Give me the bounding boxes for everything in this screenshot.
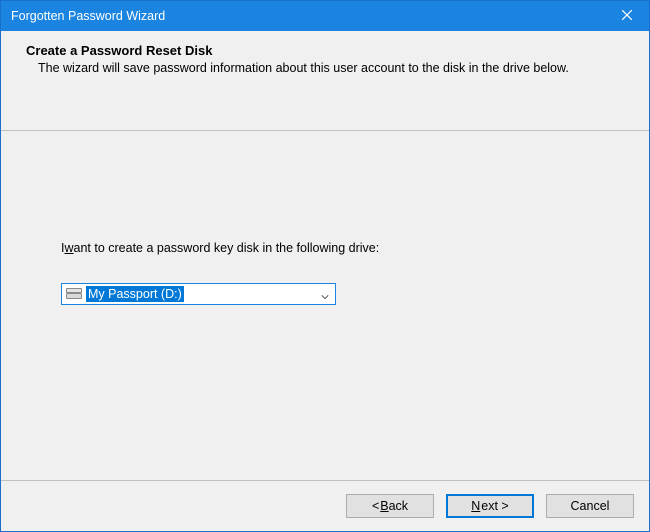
- next-post: ext >: [481, 499, 508, 513]
- header-pane: Create a Password Reset Disk The wizard …: [1, 31, 649, 131]
- back-hotkey: B: [380, 499, 388, 513]
- instruction-post: ant to create a password key disk in the…: [74, 241, 380, 255]
- drive-selected-label: My Passport (D:): [86, 286, 184, 302]
- body-pane: Iwant to create a password key disk in t…: [1, 131, 649, 480]
- wizard-window: Forgotten Password Wizard Create a Passw…: [0, 0, 650, 532]
- cancel-label: Cancel: [571, 499, 610, 513]
- page-heading: Create a Password Reset Disk: [26, 43, 629, 58]
- close-button[interactable]: [604, 1, 649, 31]
- back-lead: <: [372, 499, 379, 513]
- chevron-down-icon: [321, 290, 329, 298]
- page-subheading: The wizard will save password informatio…: [38, 60, 598, 77]
- cancel-button[interactable]: Cancel: [546, 494, 634, 518]
- next-hotkey: N: [471, 499, 480, 513]
- back-post: ack: [389, 499, 408, 513]
- titlebar: Forgotten Password Wizard: [1, 1, 649, 31]
- instruction-hotkey: w: [64, 241, 73, 255]
- drive-select[interactable]: My Passport (D:): [61, 283, 336, 305]
- drive-icon: [66, 288, 82, 300]
- footer-pane: < Back Next > Cancel: [1, 480, 649, 531]
- next-button[interactable]: Next >: [446, 494, 534, 518]
- close-icon: [622, 9, 632, 23]
- drive-instruction: Iwant to create a password key disk in t…: [61, 241, 589, 255]
- window-title: Forgotten Password Wizard: [11, 9, 604, 23]
- back-button[interactable]: < Back: [346, 494, 434, 518]
